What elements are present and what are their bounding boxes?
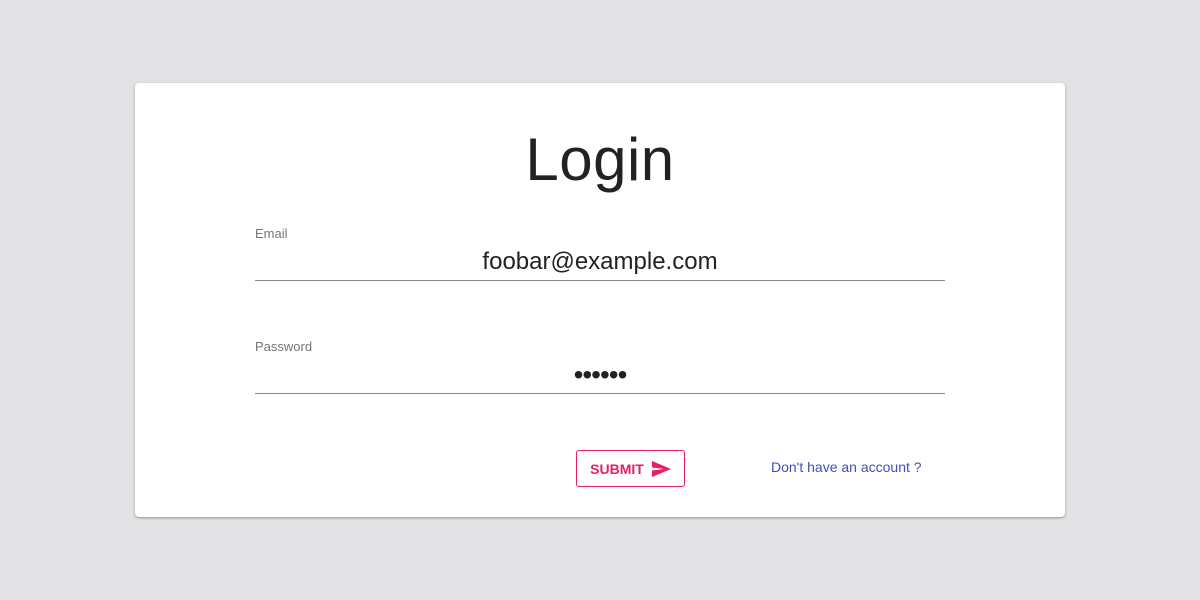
login-card: Login Email Password SUBMIT Don't have a… xyxy=(135,83,1065,517)
email-field[interactable] xyxy=(255,243,945,281)
send-icon xyxy=(651,460,671,477)
email-field-group: Email xyxy=(255,223,945,283)
submit-button[interactable]: SUBMIT xyxy=(576,450,685,487)
signup-link[interactable]: Don't have an account ? xyxy=(771,459,922,475)
password-label: Password xyxy=(255,339,313,354)
password-field-group: Password xyxy=(255,336,945,396)
email-label: Email xyxy=(255,226,288,241)
password-field[interactable] xyxy=(255,356,945,394)
submit-button-label: SUBMIT xyxy=(590,460,644,477)
page-title: Login xyxy=(525,126,675,193)
